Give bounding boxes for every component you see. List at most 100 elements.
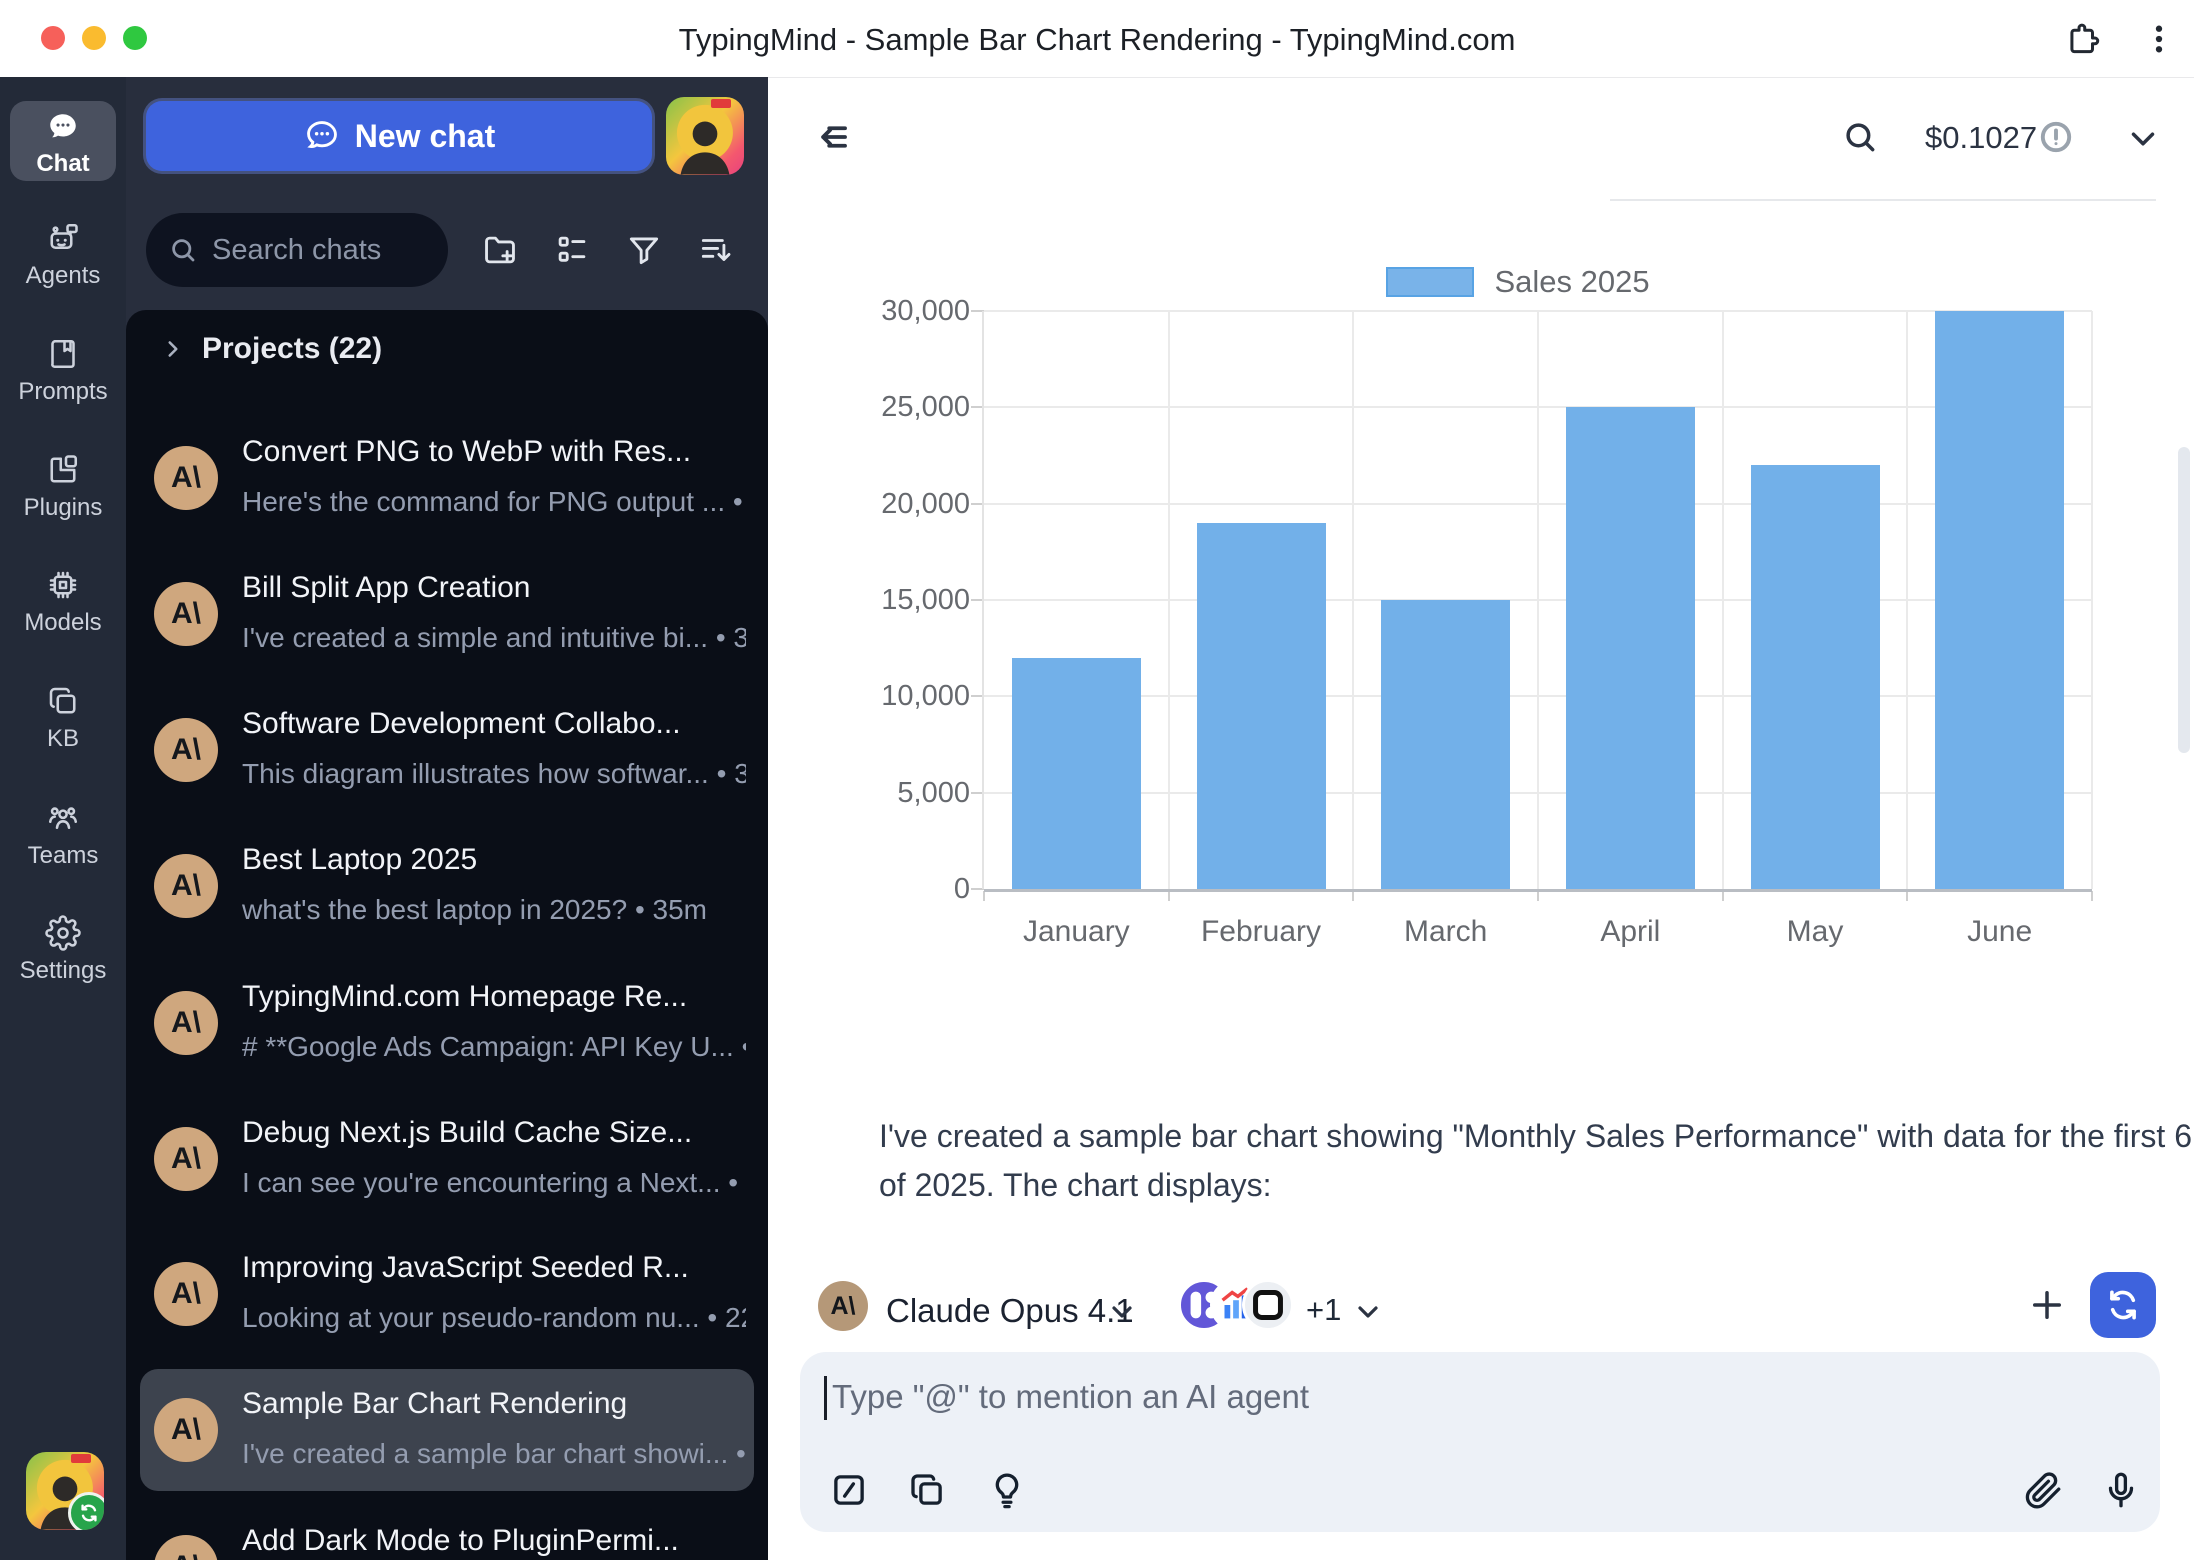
anthropic-avatar: A\ (154, 1127, 218, 1191)
rail-item-label: Teams (0, 842, 126, 870)
sidebar-item-teams[interactable]: Teams (0, 800, 126, 888)
search-conversation-icon[interactable] (1841, 118, 1879, 156)
x-tick-label: February (1169, 915, 1354, 949)
lightbulb-icon[interactable] (986, 1469, 1028, 1511)
sidebar-item-prompts[interactable]: Prompts (0, 336, 126, 424)
y-tick-label: 25,000 (770, 391, 970, 424)
chart-legend[interactable]: Sales 2025 (1386, 264, 1650, 300)
chat-list-item[interactable]: A\Software Development Collabo...This di… (140, 689, 754, 811)
new-chat-button[interactable]: New chat (146, 101, 652, 171)
chat-title: Convert PNG to WebP with Res... (242, 435, 740, 469)
plugins-chevron-down-icon[interactable] (1352, 1296, 1384, 1328)
microphone-icon[interactable] (2100, 1469, 2142, 1511)
chat-title: Best Laptop 2025 (242, 843, 740, 877)
chat-preview: Looking at your pseudo-random nu... • 22… (242, 1302, 746, 1334)
bulk-select-icon[interactable] (553, 231, 591, 269)
projects-header-label: Projects (22) (202, 332, 382, 366)
chat-preview: what's the best laptop in 2025? • 35m (242, 894, 746, 926)
anthropic-avatar: A\ (154, 718, 218, 782)
rail-item-label: Chat (10, 150, 116, 178)
sidebar-item-models[interactable]: Models (0, 567, 126, 655)
chat-list-item[interactable]: A\TypingMind.com Homepage Re...# **Googl… (140, 962, 754, 1084)
cost-alert-icon[interactable] (2038, 119, 2074, 155)
scrollbar-thumb[interactable] (2178, 447, 2190, 753)
rail-item-label: Prompts (0, 378, 126, 406)
assistant-message-text: I've created a sample bar chart showing … (879, 1112, 2194, 1210)
chat-preview: I've created a sample bar chart showi...… (242, 1438, 746, 1470)
kebab-menu-icon[interactable] (2140, 20, 2178, 58)
gridline-vertical (1906, 311, 1908, 889)
app-window: TypingMind - Sample Bar Chart Rendering … (0, 0, 2194, 1560)
chat-list-item[interactable]: A\Bill Split App CreationI've created a … (140, 553, 754, 675)
rail-item-label: Agents (0, 262, 126, 290)
chat-list-item[interactable]: A\Debug Next.js Build Cache Size...I can… (140, 1098, 754, 1220)
chat-title: Improving JavaScript Seeded R... (242, 1251, 740, 1285)
avatar-red-tag (71, 1454, 91, 1463)
more-plugins-count[interactable]: +1 (1306, 1292, 1341, 1328)
chat-title: Sample Bar Chart Rendering (242, 1387, 740, 1421)
search-chats-input[interactable] (210, 233, 424, 268)
gridline-vertical (1537, 311, 1539, 889)
new-folder-icon[interactable] (481, 231, 519, 269)
chat-preview: Here's the command for PNG output ... • … (242, 486, 746, 518)
bar-june (1935, 311, 2064, 889)
conversation-cost-label[interactable]: $0.1027 (1925, 120, 2037, 156)
sidebar-item-settings[interactable]: Settings (0, 915, 126, 1003)
chat-icon (46, 110, 80, 144)
filter-icon[interactable] (625, 231, 663, 269)
x-tick-label: June (1907, 915, 2092, 949)
chat-list: Projects (22) A\Convert PNG to WebP with… (126, 310, 768, 1560)
legend-label: Sales 2025 (1494, 264, 1649, 299)
user-avatar[interactable] (26, 1452, 104, 1530)
chat-list-item[interactable]: A\Convert PNG to WebP with Res...Here's … (140, 417, 754, 539)
extensions-icon[interactable] (2064, 20, 2102, 58)
x-tick-label: May (1723, 915, 1908, 949)
x-axis-tick (1168, 891, 1170, 901)
anthropic-avatar: A\ (154, 1262, 218, 1326)
model-selector[interactable]: Claude Opus 4.1 (886, 1292, 1134, 1330)
attach-file-icon[interactable] (2022, 1469, 2064, 1511)
chat-list-item[interactable]: A\ Sample Bar Chart Rendering I've created… (140, 1369, 754, 1491)
pages-copy-icon[interactable] (906, 1469, 948, 1511)
sidebar-item-agents[interactable]: Agents (0, 220, 126, 308)
chevron-down-icon[interactable] (2124, 120, 2162, 158)
kb-icon (45, 683, 81, 719)
plugin-avatar-3[interactable] (1242, 1279, 1294, 1331)
y-tick-label: 15,000 (770, 584, 970, 617)
search-chats-box[interactable] (146, 213, 448, 287)
text-cursor (824, 1376, 827, 1420)
new-chat-label: New chat (355, 118, 495, 155)
y-tick-label: 20,000 (770, 488, 970, 521)
gridline-vertical (1352, 311, 1354, 889)
add-attachment-plus-icon[interactable] (2026, 1284, 2068, 1326)
agents-icon (45, 220, 81, 256)
x-tick-label: April (1538, 915, 1723, 949)
chat-list-item[interactable]: A\Best Laptop 2025what's the best laptop… (140, 825, 754, 947)
sidebar-item-chat[interactable]: Chat (10, 101, 116, 181)
chevron-right-icon (160, 336, 186, 362)
chat-list-item[interactable]: A\ Improving JavaScript Seeded R... Lookin… (140, 1233, 754, 1355)
sidebar-item-kb[interactable]: KB (0, 683, 126, 771)
model-chevron-down-icon[interactable] (1106, 1296, 1138, 1328)
message-input[interactable] (830, 1376, 2134, 1440)
plugins-icon (45, 452, 81, 488)
chat-title: Bill Split App Creation (242, 571, 740, 605)
sidebar-item-plugins[interactable]: Plugins (0, 452, 126, 540)
anthropic-avatar: A\ (154, 1398, 218, 1462)
sort-icon[interactable] (697, 231, 735, 269)
rail-item-label: KB (0, 725, 126, 753)
message-input-box[interactable] (800, 1352, 2160, 1532)
window-titlebar: TypingMind - Sample Bar Chart Rendering … (0, 0, 2194, 78)
chat-title: TypingMind.com Homepage Re... (242, 980, 740, 1014)
teams-icon (45, 800, 81, 836)
profile-avatar[interactable] (666, 97, 744, 175)
collapse-sidebar-icon[interactable] (810, 116, 852, 158)
projects-section-header[interactable]: Projects (22) (160, 332, 382, 366)
prompt-library-icon[interactable] (828, 1469, 870, 1511)
chat-preview: I've created a simple and intuitive bi..… (242, 622, 746, 654)
bar-may (1751, 465, 1880, 889)
chat-list-item[interactable]: A\Add Dark Mode to PluginPermi... (140, 1506, 754, 1560)
chat-preview: I can see you're encountering a Next... … (242, 1167, 746, 1199)
chat-preview: # **Google Ads Campaign: API Key U... • … (242, 1031, 746, 1063)
regenerate-button[interactable] (2090, 1272, 2156, 1338)
